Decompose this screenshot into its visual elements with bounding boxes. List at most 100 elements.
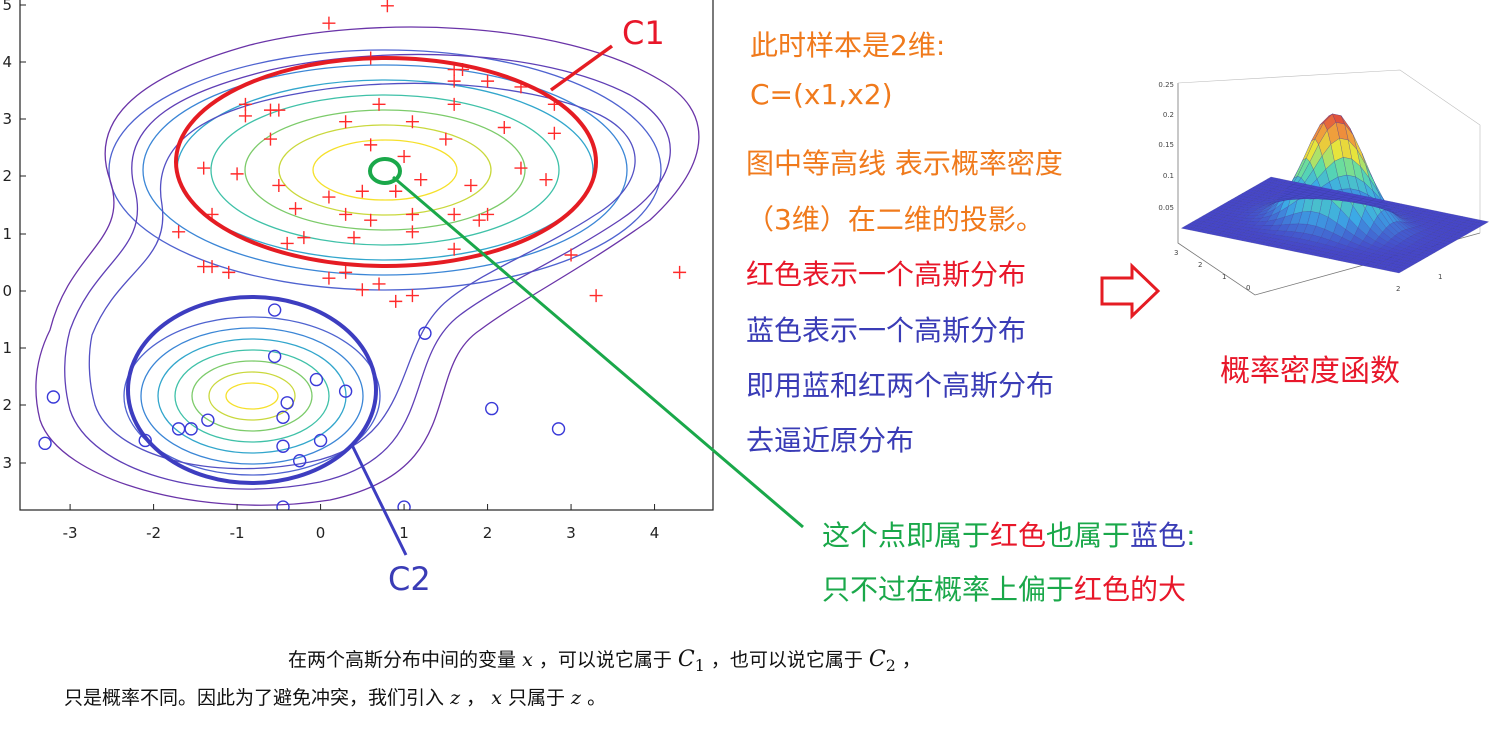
math-var: z [571,687,582,709]
contour-line [312,139,458,201]
red-point [364,213,378,227]
note-line-2: C=(x1,x2) [750,78,893,111]
y-tick-label: 4 [2,53,12,71]
contour-line [244,109,526,231]
green-note-red-word: 红色 [990,519,1047,552]
red-point [339,207,353,221]
red-point [497,121,511,134]
red-point [272,178,286,192]
bottom-text: ，可以说它属于 [538,649,672,671]
red-point [364,51,378,65]
y-tick-label: 3 [2,110,12,128]
blue-point [276,500,290,510]
surface-side-tick: 1 [1438,273,1442,281]
red-point [289,202,303,216]
gaussian-surface-plot: 0.25 0.2 0.15 0.1 0.05 3 2 1 0 2 1 [1158,69,1489,296]
contour-line [278,124,492,216]
red-point [347,231,361,245]
bottom-text: ， [901,649,921,671]
green-note-red-word: 红色 [1074,573,1131,606]
x-tick-label: -1 [230,524,245,542]
red-point [272,103,286,117]
red-point [197,161,211,175]
green-note-text: 的大 [1130,573,1187,606]
red-point [564,248,578,262]
red-point [205,207,219,221]
contour-line [64,53,671,490]
contour-line [225,382,279,410]
bottom-text: 只是概率不同。因此为了避免冲突，我们引入 [64,687,445,709]
red-point [405,207,419,221]
note-line-4: （3维）在二维的投影。 [746,203,1044,236]
surface-front-tick: 2 [1198,261,1202,269]
math-var: C [868,647,886,672]
math-var: C [677,647,695,672]
contour-line [208,371,296,421]
red-point [380,0,394,13]
red-point [481,207,495,221]
bottom-text: ，也可以说它属于 [710,649,863,671]
red-point [230,167,244,181]
blue-point [293,454,307,468]
red-point [481,74,495,88]
surface-front-tick: 0 [1246,284,1250,292]
red-point [464,178,478,192]
red-point [372,277,386,291]
surface-z-tick: 0.1 [1163,172,1174,180]
red-point [322,16,336,30]
red-point [673,265,687,279]
bottom-text: 只属于 [507,687,565,709]
surface-z-tick: 0.2 [1163,111,1174,119]
y-tick-label: 0 [2,282,12,300]
x-tick-label: -3 [63,524,78,542]
bottom-text: ， [466,687,486,709]
red-point [355,283,369,297]
y-tick-label: 2 [2,167,12,185]
blue-point [485,401,499,416]
green-note-text: 只不过在概率上偏于 [822,573,1075,606]
red-point [389,294,403,308]
y-tick-label: 5 [2,0,12,14]
c2-label: C2 [388,560,431,598]
math-var: z [450,687,461,709]
green-note-line-2: 只不过在概率上偏于红色的大 [822,568,1186,608]
contour-lines [35,26,700,506]
contour-line [210,94,560,246]
contour-scatter-plot: -3 -2 -1 0 1 2 3 4 5 4 3 2 1 0 1 2 3 [2,0,714,542]
red-point [322,271,336,285]
surface-side-tick: 2 [1396,285,1400,293]
bottom-text: 在两个高斯分布中间的变量 [288,649,517,671]
note-line-3: 图中等高线 表示概率密度 [746,147,1063,180]
green-note-text: : [1186,519,1196,552]
pdf-label: 概率密度函数 [1220,354,1400,389]
c1-label: C1 [622,14,665,52]
surface-mesh [1181,113,1489,274]
red-point [447,207,461,221]
red-point [389,184,403,198]
blue-point [267,303,282,317]
blue-point [38,436,52,451]
bottom-text: 。 [587,687,607,709]
red-point [372,97,386,111]
bottom-text-line-2: 只是概率不同。因此为了避免冲突，我们引入 z ， x 只属于 z 。 [64,683,606,710]
green-note-blue-word: 蓝色 [1130,519,1187,552]
math-var: x [491,687,502,709]
note-line-6: 蓝色表示一个高斯分布 [746,314,1027,347]
blue-point [551,422,566,436]
slide: -3 -2 -1 0 1 2 3 4 5 4 3 2 1 0 1 2 3 C1 C2 此时样本是2维: C=(x… [0,0,1494,733]
plot-frame [19,0,714,511]
contour-line [176,79,594,261]
surface-front-tick: 1 [1222,273,1226,281]
blue-point [313,433,328,448]
note-line-7: 即用蓝和红两个高斯分布 [746,369,1055,402]
contour-line [140,327,364,465]
x-tick-label: 2 [483,524,493,542]
red-point [414,173,428,187]
blue-point [280,396,294,410]
red-point [339,115,353,129]
green-note-text: 也属于 [1046,519,1131,552]
red-point [405,289,419,303]
blue-point [309,372,324,387]
red-point [297,231,311,245]
contour-line [108,49,662,291]
